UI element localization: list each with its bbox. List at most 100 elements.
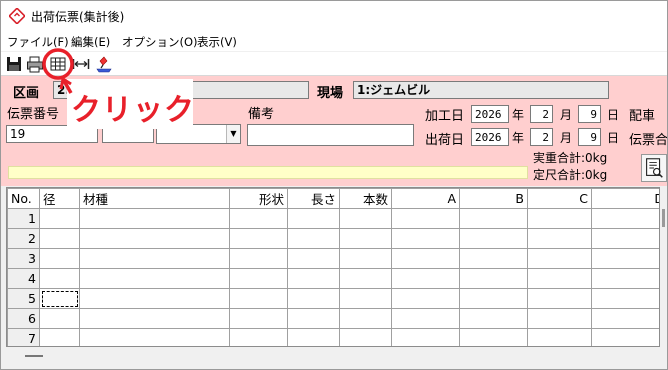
grid-cell[interactable]: [79, 328, 230, 346]
grid-cell[interactable]: [459, 328, 528, 346]
grid-cell[interactable]: [79, 208, 230, 229]
fit-width-icon[interactable]: [72, 55, 90, 73]
col-header-material[interactable]: 材種: [79, 188, 230, 209]
save-icon[interactable]: [5, 55, 23, 73]
grid-cell[interactable]: [39, 268, 80, 289]
menu-file[interactable]: ファイル(F): [7, 34, 69, 50]
grid-cell[interactable]: [79, 228, 230, 249]
col-header-length[interactable]: 長さ: [287, 188, 340, 209]
grid-cell[interactable]: [39, 288, 80, 309]
remarks-field[interactable]: [247, 124, 414, 146]
grid-cell[interactable]: [339, 308, 392, 329]
grid-cell[interactable]: [229, 268, 288, 289]
grid-cell[interactable]: [287, 248, 340, 269]
grid-cell[interactable]: [459, 308, 528, 329]
menu-view[interactable]: 表示(V): [197, 34, 237, 50]
shipping-month-field[interactable]: 2: [530, 128, 553, 146]
grid-cell[interactable]: [527, 248, 592, 269]
processing-day-field[interactable]: 9: [578, 105, 601, 123]
grid-cell[interactable]: [229, 228, 288, 249]
grid-cell[interactable]: [287, 328, 340, 346]
grid-cell[interactable]: [591, 228, 659, 249]
grid-cell[interactable]: [459, 288, 528, 309]
grid-cell[interactable]: [391, 308, 460, 329]
grid-cell[interactable]: [229, 328, 288, 346]
grid-cell[interactable]: [39, 308, 80, 329]
grid-cell[interactable]: [391, 288, 460, 309]
shipping-year-field[interactable]: 2026: [471, 128, 509, 146]
grid-cell[interactable]: [339, 288, 392, 309]
grid-cell[interactable]: [527, 288, 592, 309]
col-header-diameter[interactable]: 径: [39, 188, 80, 209]
print-icon[interactable]: [26, 55, 44, 73]
grid-cell[interactable]: [391, 248, 460, 269]
horizontal-scrollbar[interactable]: [1, 349, 667, 369]
grid-cell[interactable]: [391, 208, 460, 229]
col-header-a[interactable]: A: [391, 188, 460, 209]
site-field[interactable]: 1:ジェムビル: [353, 81, 609, 99]
table-row[interactable]: 1: [7, 208, 659, 229]
grid-cell[interactable]: [591, 248, 659, 269]
grid-cell[interactable]: [287, 288, 340, 309]
grid-cell[interactable]: [591, 208, 659, 229]
grid-cell[interactable]: [339, 248, 392, 269]
col-header-c[interactable]: C: [527, 188, 592, 209]
grid-cell[interactable]: [339, 208, 392, 229]
grid-cell[interactable]: [391, 228, 460, 249]
pencil-icon[interactable]: [95, 55, 113, 73]
grid-cell[interactable]: [287, 308, 340, 329]
grid-cell[interactable]: [39, 228, 80, 249]
grid-cell[interactable]: [229, 288, 288, 309]
grid-cell[interactable]: [527, 328, 592, 346]
grid-cell[interactable]: [591, 308, 659, 329]
col-header-b[interactable]: B: [459, 188, 528, 209]
grid-cell[interactable]: [459, 228, 528, 249]
grid-cell[interactable]: [591, 268, 659, 289]
grid-cell[interactable]: [229, 208, 288, 229]
grid-cell[interactable]: [527, 228, 592, 249]
scroll-thumb[interactable]: [662, 209, 665, 227]
scroll-thumb[interactable]: [25, 355, 43, 357]
grid-cell[interactable]: [229, 248, 288, 269]
menu-options[interactable]: オプション(O): [122, 34, 198, 50]
grid-cell[interactable]: [39, 248, 80, 269]
grid-cell[interactable]: [459, 248, 528, 269]
grid-cell[interactable]: [527, 208, 592, 229]
preview-icon[interactable]: [641, 154, 667, 182]
grid-cell[interactable]: [391, 268, 460, 289]
menu-edit[interactable]: 編集(E): [71, 34, 110, 50]
grid-cell[interactable]: [391, 328, 460, 346]
grid-cell[interactable]: [287, 268, 340, 289]
grid-cell[interactable]: [229, 308, 288, 329]
chevron-down-icon[interactable]: ▼: [226, 125, 240, 143]
grid-cell[interactable]: [339, 268, 392, 289]
shipping-day-field[interactable]: 9: [578, 128, 601, 146]
grid-cell[interactable]: [39, 328, 80, 346]
grid-cell[interactable]: [79, 308, 230, 329]
table-row[interactable]: 4: [7, 268, 659, 289]
col-header-no[interactable]: No.: [7, 188, 40, 209]
processing-month-field[interactable]: 2: [530, 105, 553, 123]
grid-cell[interactable]: [339, 228, 392, 249]
table-row[interactable]: 6: [7, 308, 659, 329]
grid-cell[interactable]: [459, 208, 528, 229]
table-row[interactable]: 2: [7, 228, 659, 249]
grid-cell[interactable]: [527, 308, 592, 329]
grid-cell[interactable]: [79, 288, 230, 309]
grid-cell[interactable]: [39, 208, 80, 229]
grid-cell[interactable]: [79, 268, 230, 289]
col-header-count[interactable]: 本数: [339, 188, 392, 209]
table-row[interactable]: 7: [7, 328, 659, 346]
table-row[interactable]: 3: [7, 248, 659, 269]
table-row[interactable]: 5: [7, 288, 659, 309]
grid-cell[interactable]: [339, 328, 392, 346]
col-header-d[interactable]: D: [591, 188, 659, 209]
grid-cell[interactable]: [527, 268, 592, 289]
grid-cell[interactable]: [287, 208, 340, 229]
grid-cell[interactable]: [287, 228, 340, 249]
grid-cell[interactable]: [591, 328, 659, 346]
vertical-scrollbar[interactable]: [660, 187, 667, 347]
grid-cell[interactable]: [459, 268, 528, 289]
grid-icon[interactable]: [49, 55, 67, 73]
processing-year-field[interactable]: 2026: [471, 105, 509, 123]
